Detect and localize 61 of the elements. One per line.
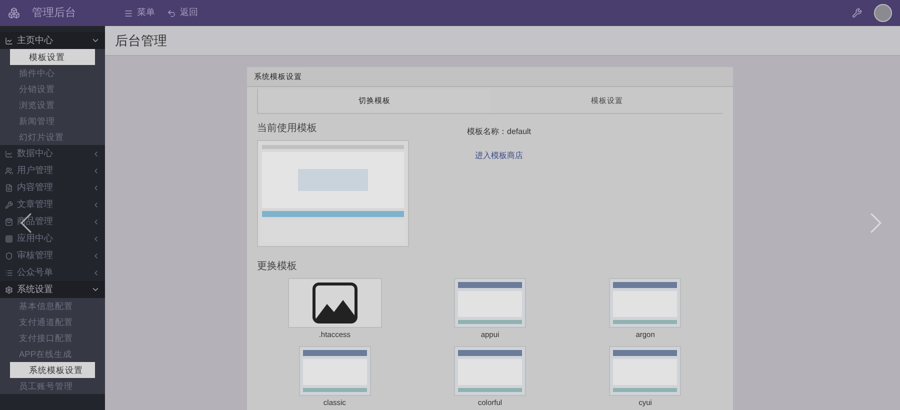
group-icon — [5, 184, 13, 192]
template-store-link[interactable]: 进入模板商店 — [475, 150, 524, 162]
chevron-left-icon — [92, 200, 100, 208]
group-icon — [5, 234, 13, 242]
section-heading: 更换模板 — [256, 260, 298, 274]
menu-icon — [124, 8, 133, 18]
chevron-left-icon — [92, 150, 100, 158]
template-thumbnail[interactable] — [288, 278, 382, 328]
menu-button[interactable]: 菜单 — [124, 6, 155, 20]
group-icon — [5, 268, 13, 276]
section-heading: 当前使用模板 — [257, 122, 318, 136]
sidebar-group[interactable]: 审核管理 — [0, 247, 105, 264]
template-thumbnail[interactable] — [609, 346, 682, 396]
chevron-left-icon — [92, 234, 100, 242]
image-placeholder-icon — [312, 282, 358, 324]
sidebar-item[interactable]: APP在线生成 — [0, 346, 105, 362]
back-icon — [167, 8, 176, 18]
group-icon — [5, 150, 13, 158]
sidebar-group[interactable]: 主页中心 — [0, 32, 105, 49]
sidebar-group[interactable]: 用户管理 — [0, 162, 105, 179]
wrench-icon[interactable] — [852, 8, 862, 18]
sidebar-group[interactable]: 内容管理 — [0, 179, 105, 196]
sidebar-item[interactable]: 支付接口配置 — [0, 330, 105, 346]
template-name: 模板名称：default — [467, 126, 532, 138]
template-thumbnail[interactable] — [298, 346, 371, 396]
app-title: 管理后台 — [32, 6, 77, 21]
sidebar-item[interactable]: 插件中心 — [0, 65, 105, 81]
template-thumbnail[interactable] — [454, 346, 526, 396]
sidebar-item[interactable]: 幻灯片设置 — [0, 129, 105, 145]
template-thumbnail[interactable] — [454, 278, 526, 328]
sidebar-item[interactable]: 员工账号管理 — [0, 378, 105, 394]
chevron-left-icon — [92, 184, 100, 192]
sidebar-group[interactable]: 应用中心 — [0, 230, 105, 247]
group-icon — [5, 166, 13, 174]
chevron-left-icon — [92, 268, 100, 276]
group-icon — [5, 200, 13, 208]
chevron-left-icon — [92, 218, 100, 226]
sidebar-group[interactable]: 数据中心 — [0, 145, 105, 162]
chevron-left-icon — [92, 252, 100, 260]
back-button[interactable]: 返回 — [167, 6, 198, 20]
sidebar-item[interactable]: 新闻管理 — [0, 113, 105, 129]
page-title: 后台管理 — [115, 32, 167, 50]
avatar[interactable] — [874, 4, 892, 22]
sidebar-group[interactable]: 系统设置 — [0, 281, 105, 298]
chevron-left-icon — [92, 166, 100, 174]
group-icon — [5, 218, 13, 226]
group-icon — [5, 252, 13, 260]
group-icon — [5, 36, 13, 44]
sidebar-group[interactable]: 文章管理 — [0, 196, 105, 213]
sidebar-item[interactable]: 模板设置 — [10, 49, 95, 65]
chevron-down-icon — [91, 285, 100, 294]
chevron-down-icon — [91, 36, 100, 45]
logo-icon — [8, 7, 20, 19]
sidebar-item[interactable]: 系统模板设置 — [10, 362, 95, 378]
sidebar-group[interactable]: 公众号单 — [0, 264, 105, 281]
template-thumbnail[interactable] — [609, 278, 682, 328]
group-icon — [5, 286, 13, 294]
sidebar-item[interactable]: 支付通道配置 — [0, 314, 105, 330]
sidebar-item[interactable]: 浏览设置 — [0, 97, 105, 113]
sidebar-item[interactable]: 分销设置 — [0, 81, 105, 97]
sidebar-item[interactable]: 基本信息配置 — [0, 298, 105, 314]
